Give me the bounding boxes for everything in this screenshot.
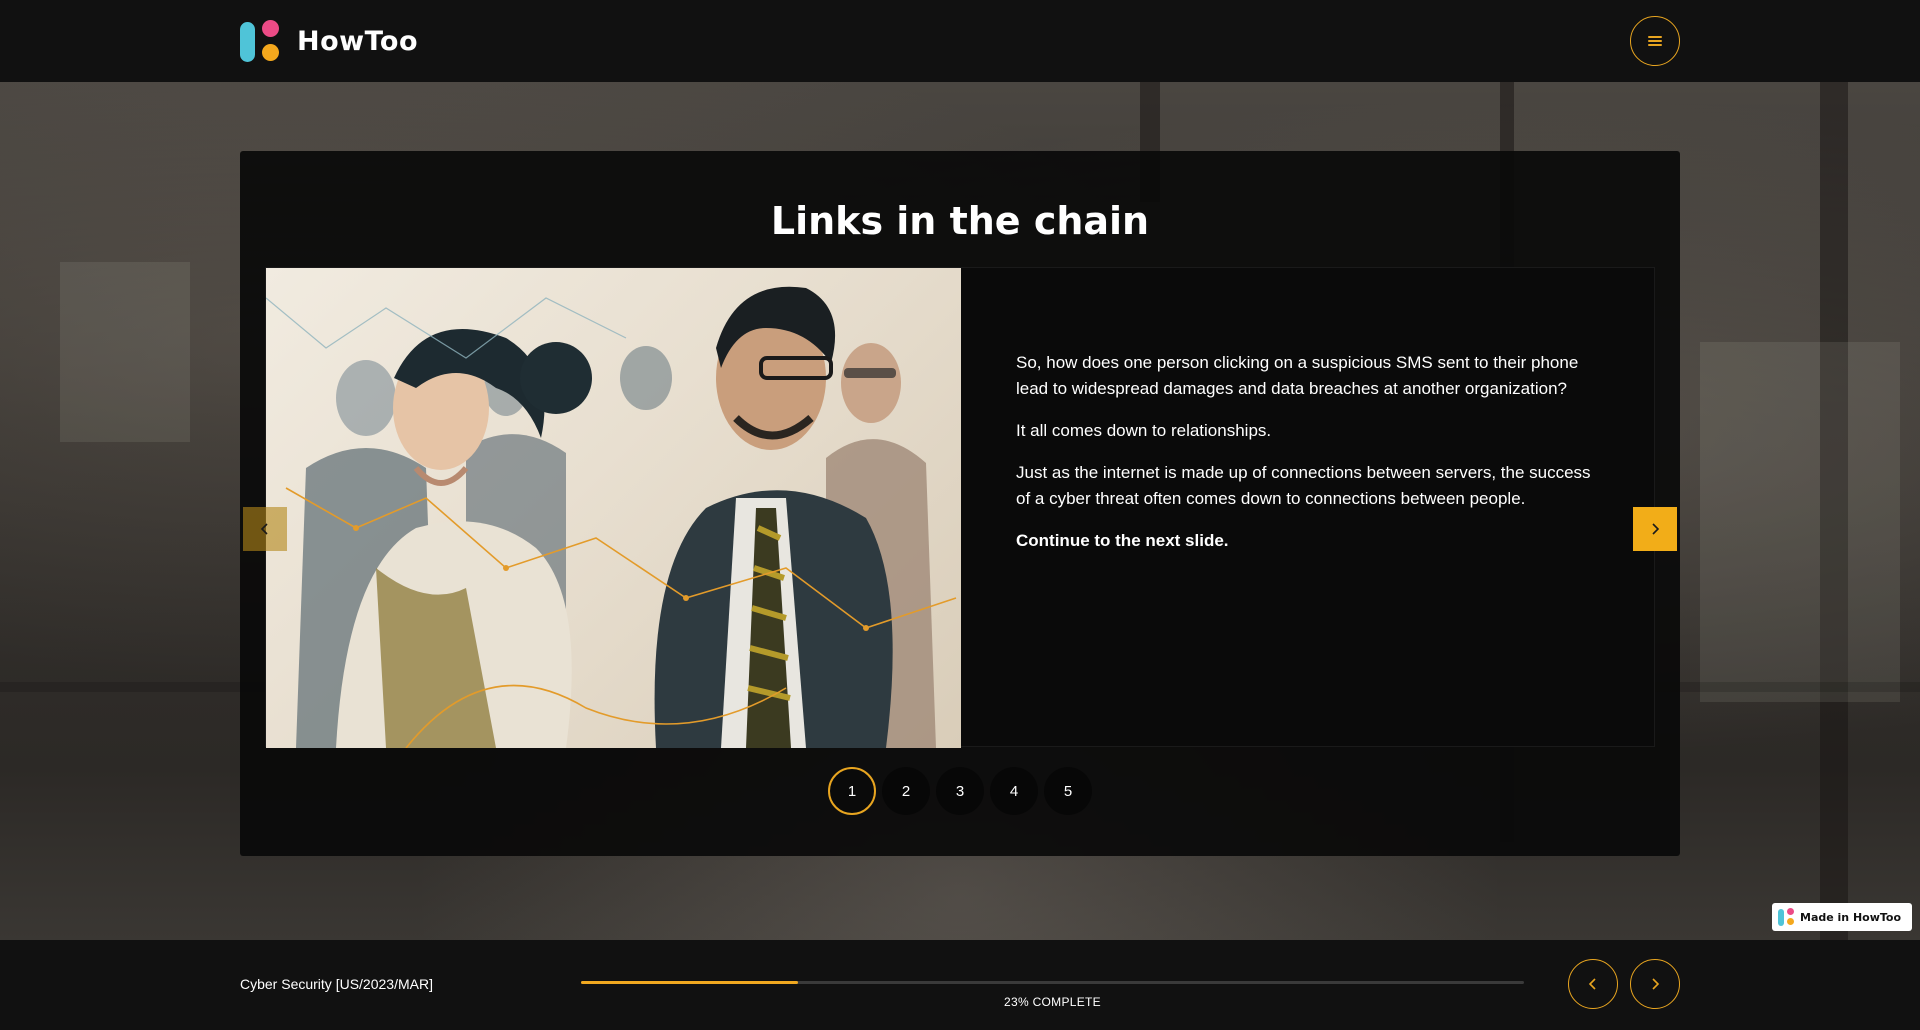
pager-dot-1[interactable]: 1 — [828, 767, 876, 815]
progress-fill — [581, 981, 798, 984]
chevron-right-icon — [1652, 978, 1660, 990]
carousel-prev-button[interactable] — [243, 507, 287, 551]
continue-prompt: Continue to the next slide. — [1016, 531, 1229, 550]
lesson-card: Links in the chain So, how does one pers… — [240, 151, 1680, 856]
brand-logo[interactable]: HowToo — [240, 20, 418, 62]
slide-paragraph: So, how does one person clicking on a su… — [1016, 353, 1579, 398]
business-people-illustration — [266, 286, 957, 748]
menu-button[interactable] — [1630, 16, 1680, 66]
previous-lesson-button[interactable] — [1568, 959, 1618, 1009]
carousel-next-button[interactable] — [1633, 507, 1677, 551]
pager-dot-4[interactable]: 4 — [990, 767, 1038, 815]
progress-label: 23% COMPLETE — [1004, 995, 1101, 1009]
slide-pager: 1 2 3 4 5 — [240, 767, 1680, 815]
next-lesson-button[interactable] — [1630, 959, 1680, 1009]
progress-bar — [581, 981, 1524, 984]
course-title: Cyber Security [US/2023/MAR] — [240, 976, 433, 992]
slide-content: So, how does one person clicking on a su… — [265, 267, 1655, 748]
chevron-right-icon — [1652, 523, 1660, 535]
bottom-bar: Cyber Security [US/2023/MAR] 23% COMPLET… — [0, 940, 1920, 1030]
made-in-howtoo-badge[interactable]: Made in HowToo — [1772, 903, 1912, 931]
slide-illustration — [266, 268, 961, 748]
logo-icon — [240, 20, 282, 62]
chevron-left-icon — [1588, 978, 1596, 990]
slide-body: So, how does one person clicking on a su… — [1016, 350, 1606, 570]
chevron-left-icon — [260, 523, 268, 535]
slide-title: Links in the chain — [770, 199, 1150, 243]
pager-dot-5[interactable]: 5 — [1044, 767, 1092, 815]
hamburger-icon — [1648, 36, 1662, 46]
slide-paragraph: It all comes down to relationships. — [1016, 421, 1272, 440]
top-bar: HowToo — [0, 0, 1920, 82]
pager-dot-2[interactable]: 2 — [882, 767, 930, 815]
logo-icon — [1778, 908, 1794, 926]
brand-name: HowToo — [297, 25, 419, 57]
pager-dot-3[interactable]: 3 — [936, 767, 984, 815]
slide-paragraph: Just as the internet is made up of conne… — [1016, 463, 1591, 508]
badge-label: Made in HowToo — [1800, 910, 1902, 924]
